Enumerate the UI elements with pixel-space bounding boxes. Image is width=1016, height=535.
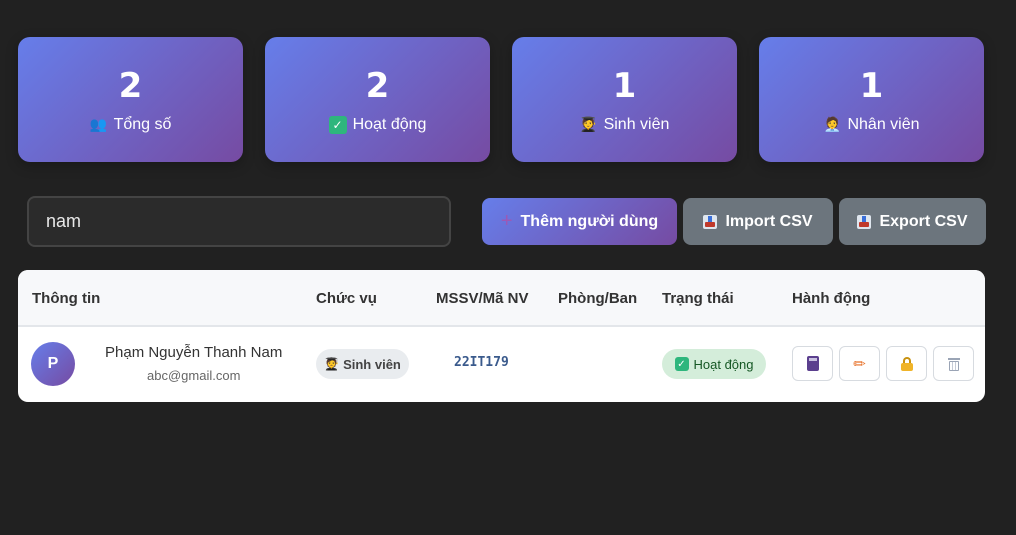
table-row: P Phạm Nguyễn Thanh Nam abc@gmail.com 🧑‍… bbox=[18, 327, 985, 402]
import-csv-label: Import CSV bbox=[725, 212, 813, 230]
header-actions: Hành động bbox=[792, 290, 871, 307]
status-label: Hoạt động bbox=[693, 356, 754, 372]
stat-card-total: 2 👥 Tổng số bbox=[18, 37, 243, 162]
role-label: Sinh viên bbox=[343, 356, 401, 372]
table-header: Thông tin Chức vụ MSSV/Mã NV Phòng/Ban T… bbox=[18, 270, 985, 327]
stat-value-total: 2 bbox=[118, 65, 143, 106]
details-button[interactable] bbox=[792, 346, 833, 381]
stat-card-staff: 1 🧑‍💼 Nhân viên bbox=[759, 37, 984, 162]
users-icon: 👥 bbox=[89, 116, 108, 132]
edit-button[interactable]: ✏ bbox=[839, 346, 880, 381]
student-icon: 🧑‍🎓 bbox=[324, 357, 340, 371]
calculator-icon bbox=[806, 356, 819, 371]
add-user-label: Thêm người dùng bbox=[520, 212, 659, 230]
stat-value-active: 2 bbox=[365, 65, 390, 106]
trash-icon bbox=[947, 357, 960, 371]
user-name: Phạm Nguyễn Thanh Nam bbox=[105, 344, 283, 361]
header-role: Chức vụ bbox=[316, 290, 377, 307]
stat-value-students: 1 bbox=[612, 65, 637, 106]
plus-icon: + bbox=[500, 210, 513, 232]
header-department: Phòng/Ban bbox=[558, 290, 638, 307]
outbox-tray-icon bbox=[857, 214, 872, 229]
stat-card-active: 2 ✓ Hoạt động bbox=[265, 37, 490, 162]
stat-value-staff: 1 bbox=[859, 65, 884, 106]
student-icon: 🧑‍🎓 bbox=[579, 116, 598, 132]
user-email: abc@gmail.com bbox=[147, 368, 241, 383]
export-csv-label: Export CSV bbox=[879, 212, 968, 230]
lock-button[interactable] bbox=[886, 346, 927, 381]
stat-card-students: 1 🧑‍🎓 Sinh viên bbox=[512, 37, 737, 162]
add-user-button[interactable]: + Thêm người dùng bbox=[482, 198, 677, 245]
pencil-icon: ✏ bbox=[853, 355, 866, 373]
stat-label-total: Tổng số bbox=[113, 115, 172, 133]
row-actions: ✏ bbox=[792, 346, 974, 381]
role-badge: 🧑‍🎓 Sinh viên bbox=[316, 349, 409, 379]
header-code: MSSV/Mã NV bbox=[436, 290, 529, 307]
inbox-tray-icon bbox=[703, 214, 718, 229]
search-input[interactable] bbox=[27, 196, 451, 247]
export-csv-button[interactable]: Export CSV bbox=[839, 198, 986, 245]
staff-icon: 🧑‍💼 bbox=[823, 116, 842, 132]
stats-row: 2 👥 Tổng số 2 ✓ Hoạt động 1 🧑‍🎓 Sinh viê… bbox=[18, 37, 984, 162]
check-icon: ✓ bbox=[674, 357, 689, 371]
users-table: Thông tin Chức vụ MSSV/Mã NV Phòng/Ban T… bbox=[18, 270, 985, 402]
student-code: 22IT179 bbox=[454, 355, 509, 370]
toolbar: + Thêm người dùng Import CSV Export CSV bbox=[482, 198, 986, 245]
delete-button[interactable] bbox=[933, 346, 974, 381]
header-info: Thông tin bbox=[32, 290, 101, 307]
header-status: Trạng thái bbox=[662, 290, 734, 307]
user-management-page: 2 👥 Tổng số 2 ✓ Hoạt động 1 🧑‍🎓 Sinh viê… bbox=[0, 0, 1016, 535]
status-badge: ✓ Hoạt động bbox=[662, 349, 766, 379]
import-csv-button[interactable]: Import CSV bbox=[683, 198, 833, 245]
stat-label-students: Sinh viên bbox=[603, 115, 670, 133]
stat-label-staff: Nhân viên bbox=[847, 115, 920, 133]
stat-label-active: Hoạt động bbox=[352, 115, 427, 133]
avatar: P bbox=[31, 342, 75, 386]
lock-icon bbox=[900, 356, 913, 371]
check-icon: ✓ bbox=[328, 115, 347, 134]
